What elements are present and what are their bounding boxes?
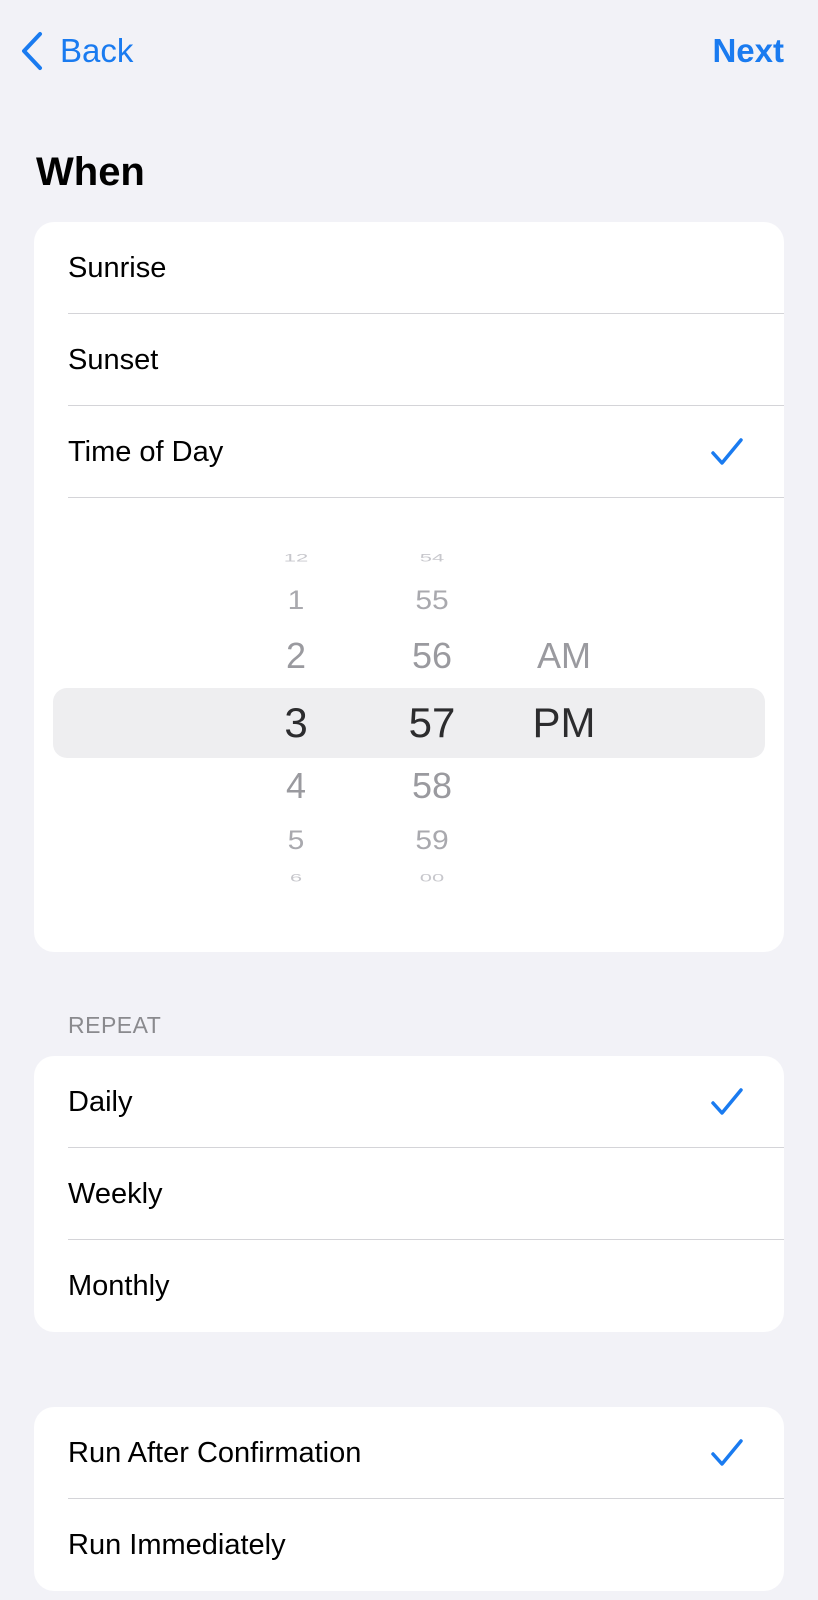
option-time-of-day[interactable]: Time of Day [34,406,784,498]
minute-option-58[interactable]: 58 [382,768,482,804]
run-options-group: Run After Confirmation Run Immediately [34,1407,784,1591]
hour-option-3[interactable]: 3 [246,702,346,744]
minute-option-00[interactable]: 00 [382,872,482,884]
minute-option-59[interactable]: 59 [382,827,482,855]
option-label: Sunset [68,343,159,376]
run-option-immediately[interactable]: Run Immediately [34,1499,784,1591]
when-options-group: Sunrise Sunset Time of Day 12 1 2 3 4 5 6 54 55… [34,222,784,952]
page-title: When [36,150,145,194]
option-label: Monthly [68,1269,170,1302]
option-label: Sunrise [68,251,167,284]
next-button[interactable]: Next [712,26,784,76]
checkmark-icon [711,438,743,465]
navigation-bar: Back Next [0,0,818,100]
hour-wheel[interactable]: 12 1 2 3 4 5 6 [246,498,346,952]
checkmark-icon [711,1439,743,1466]
hour-option-5[interactable]: 5 [246,827,346,855]
hour-option-6[interactable]: 6 [246,872,346,884]
repeat-section-header: REPEAT [68,1012,162,1038]
minute-option-55[interactable]: 55 [382,587,482,615]
period-option-AM[interactable]: AM [504,638,624,674]
option-sunset[interactable]: Sunset [34,314,784,406]
option-sunrise[interactable]: Sunrise [34,222,784,314]
period-option-PM[interactable]: PM [504,702,624,744]
hour-option-1[interactable]: 1 [246,587,346,615]
repeat-option-monthly[interactable]: Monthly [34,1240,784,1332]
repeat-option-daily[interactable]: Daily [34,1056,784,1148]
back-button[interactable]: Back [20,26,133,76]
repeat-option-weekly[interactable]: Weekly [34,1148,784,1240]
option-label: Daily [68,1085,133,1118]
back-label: Back [60,32,134,69]
minute-option-56[interactable]: 56 [382,638,482,674]
option-label: Time of Day [68,435,224,468]
option-label: Run After Confirmation [68,1436,362,1469]
option-label: Weekly [68,1177,163,1210]
minute-option-54[interactable]: 54 [382,552,482,564]
option-label: Run Immediately [68,1528,286,1561]
time-picker: 12 1 2 3 4 5 6 54 55 56 57 58 59 00 AM PM [34,498,784,952]
period-wheel[interactable]: AM PM [504,498,624,952]
chevron-left-icon [22,32,42,70]
hour-option-12[interactable]: 12 [246,552,346,564]
hour-option-2[interactable]: 2 [246,638,346,674]
checkmark-icon [711,1088,743,1115]
hour-option-4[interactable]: 4 [246,768,346,804]
minute-wheel[interactable]: 54 55 56 57 58 59 00 [382,498,482,952]
run-option-after-confirmation[interactable]: Run After Confirmation [34,1407,784,1499]
minute-option-57[interactable]: 57 [382,702,482,744]
repeat-options-group: Daily Weekly Monthly [34,1056,784,1332]
